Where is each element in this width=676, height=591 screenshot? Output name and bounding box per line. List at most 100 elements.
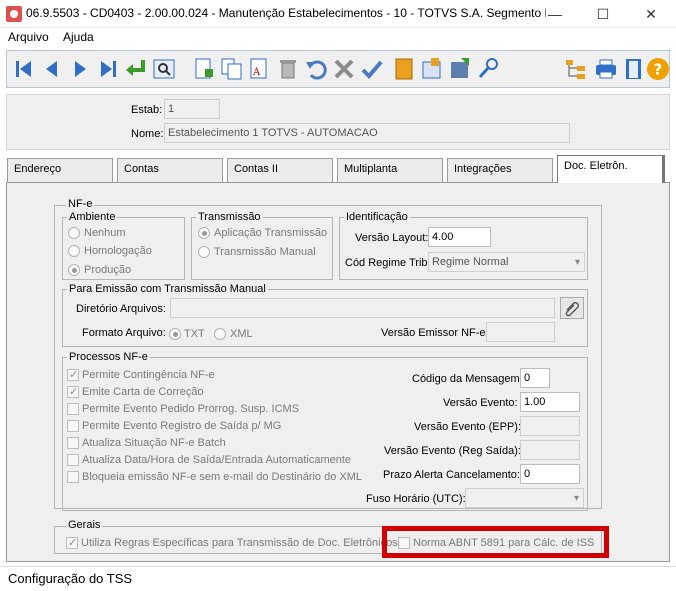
nome-field[interactable]: Estabelecimento 1 TOTVS - AUTOMACAO — [164, 123, 570, 143]
first-icon[interactable] — [11, 56, 37, 82]
ambiente-nenhum-label: Nenhum — [84, 227, 126, 239]
prazo-alerta-label: Prazo Alerta Cancelamento: — [383, 469, 520, 481]
window-title: 06.9.5503 - CD0403 - 2.00.00.024 - Manut… — [26, 6, 546, 20]
tab-contas-ii[interactable]: Contas II — [227, 158, 333, 182]
cancel-icon[interactable] — [331, 56, 357, 82]
regras-especificas-label: Utiliza Regras Específicas para Transmis… — [81, 537, 398, 549]
evento-prorrog-label: Permite Evento Pedido Prorrog. Susp. ICM… — [82, 403, 300, 415]
app-icon — [6, 6, 22, 22]
status-bar: Configuração do TSS — [0, 566, 676, 591]
delete-icon[interactable] — [275, 56, 301, 82]
transmissao-manual-label: Transmissão Manual — [214, 246, 316, 258]
edit-icon[interactable]: A — [247, 56, 273, 82]
confirm-icon[interactable] — [359, 56, 385, 82]
estab-field[interactable]: 1 — [164, 99, 220, 119]
maximize-button[interactable]: ☐ — [580, 0, 626, 28]
export-icon[interactable] — [447, 56, 473, 82]
nome-label: Nome: — [131, 128, 164, 140]
add-icon[interactable] — [191, 56, 217, 82]
chevron-down-icon: ▾ — [574, 257, 580, 268]
help-icon[interactable]: ? — [645, 56, 671, 82]
emite-carta-checkbox[interactable] — [67, 385, 79, 398]
processos-title: Processos NF-e — [67, 351, 150, 363]
bloqueia-emissao-checkbox[interactable] — [67, 471, 79, 483]
title-bar: 06.9.5503 - CD0403 - 2.00.00.024 - Manut… — [0, 0, 676, 28]
diretorio-label: Diretório Arquivos: — [76, 303, 166, 315]
bloqueia-emissao-label: Bloqueia emissão NF-e sem e-mail do Dest… — [82, 471, 363, 483]
undo-icon[interactable] — [303, 56, 329, 82]
emissao-manual-title: Para Emissão com Transmissão Manual — [67, 283, 268, 295]
formato-txt-label: TXT — [184, 328, 205, 340]
evento-registro-label: Permite Evento Registro de Saída p/ MG — [82, 420, 282, 432]
svg-text:A: A — [252, 67, 261, 78]
versao-evento-saida-field[interactable] — [520, 440, 580, 460]
copy-icon[interactable] — [219, 56, 245, 82]
diretorio-field[interactable] — [170, 298, 555, 318]
versao-evento-epp-field[interactable] — [520, 416, 580, 436]
tree-icon[interactable] — [563, 56, 589, 82]
toolbar: A ? — [6, 50, 670, 88]
svg-text:?: ? — [654, 61, 663, 79]
formato-txt-radio[interactable] — [169, 328, 181, 340]
menu-ajuda[interactable]: Ajuda — [63, 30, 94, 44]
permite-contingencia-checkbox[interactable] — [67, 368, 79, 381]
evento-prorrog-checkbox[interactable] — [67, 403, 79, 415]
ambiente-nenhum-radio[interactable] — [68, 227, 80, 239]
nfe-group-title: NF-e — [66, 198, 95, 210]
browse-button[interactable] — [560, 297, 584, 319]
book-icon[interactable] — [391, 56, 417, 82]
versao-evento-field[interactable]: 1.00 — [520, 392, 580, 412]
ambiente-title: Ambiente — [67, 211, 118, 223]
chevron-down-icon: ▾ — [573, 493, 579, 504]
tab-integracoes[interactable]: Integrações — [447, 158, 553, 182]
search-icon[interactable] — [151, 56, 177, 82]
tab-multiplanta[interactable]: Multiplanta — [337, 158, 443, 182]
last-icon[interactable] — [95, 56, 121, 82]
menu-arquivo[interactable]: Arquivo — [8, 30, 49, 44]
atualiza-data-checkbox[interactable] — [67, 454, 79, 466]
prazo-alerta-field[interactable]: 0 — [520, 464, 580, 484]
versao-emissor-field[interactable] — [486, 322, 555, 342]
permite-contingencia-label: Permite Contingência NF-e — [82, 369, 215, 381]
gerais-title: Gerais — [66, 519, 103, 531]
print-icon[interactable] — [593, 56, 619, 82]
codigo-msg-field[interactable]: 0 — [520, 368, 550, 388]
atualiza-situacao-label: Atualiza Situação NF-e Batch — [82, 437, 226, 449]
close-button[interactable]: ✕ — [628, 0, 674, 28]
tab-endereco[interactable]: Endereço — [7, 158, 113, 182]
formato-xml-radio[interactable] — [214, 328, 226, 340]
transmissao-title: Transmissão — [196, 211, 263, 223]
ambiente-homologacao-label: Homologação — [84, 245, 152, 257]
versao-layout-field[interactable]: 4.00 — [428, 227, 491, 247]
menu-bar: Arquivo Ajuda — [0, 28, 676, 48]
transmissao-aplicacao-radio[interactable] — [198, 227, 210, 239]
minimize-button[interactable]: — — [532, 0, 578, 28]
formato-label: Formato Arquivo: — [82, 327, 166, 339]
cod-regime-value: Regime Normal — [432, 256, 509, 268]
cod-regime-label: Cód Regime Trib: — [345, 257, 431, 269]
ambiente-producao-radio[interactable] — [68, 264, 80, 276]
cod-regime-select[interactable]: Regime Normal ▾ — [428, 252, 585, 272]
atualiza-situacao-checkbox[interactable] — [67, 437, 79, 449]
next-icon[interactable] — [67, 56, 93, 82]
formato-xml-label: XML — [230, 328, 253, 340]
identificacao-title: Identificação — [344, 211, 410, 223]
versao-evento-label: Versão Evento: — [443, 397, 518, 409]
regras-especificas-checkbox[interactable] — [66, 536, 78, 549]
ambiente-producao-label: Produção — [84, 264, 132, 276]
key-icon[interactable] — [475, 56, 501, 82]
fuso-horario-select[interactable]: ▾ — [465, 488, 584, 508]
tab-doc-eletron[interactable]: Doc. Eletrôn. — [557, 155, 665, 183]
codigo-msg-label: Código da Mensagem: — [412, 373, 523, 385]
highlight-box — [382, 526, 609, 558]
exit-icon[interactable] — [621, 56, 647, 82]
atualiza-data-label: Atualiza Data/Hora de Saída/Entrada Auto… — [82, 454, 352, 466]
evento-registro-checkbox[interactable] — [67, 420, 79, 432]
goto-icon[interactable] — [123, 56, 149, 82]
ambiente-homologacao-radio[interactable] — [68, 245, 80, 257]
previous-icon[interactable] — [39, 56, 65, 82]
import-icon[interactable] — [419, 56, 445, 82]
versao-evento-saida-label: Versão Evento (Reg Saída): — [384, 445, 521, 457]
transmissao-manual-radio[interactable] — [198, 246, 210, 258]
tab-contas[interactable]: Contas — [117, 158, 223, 182]
